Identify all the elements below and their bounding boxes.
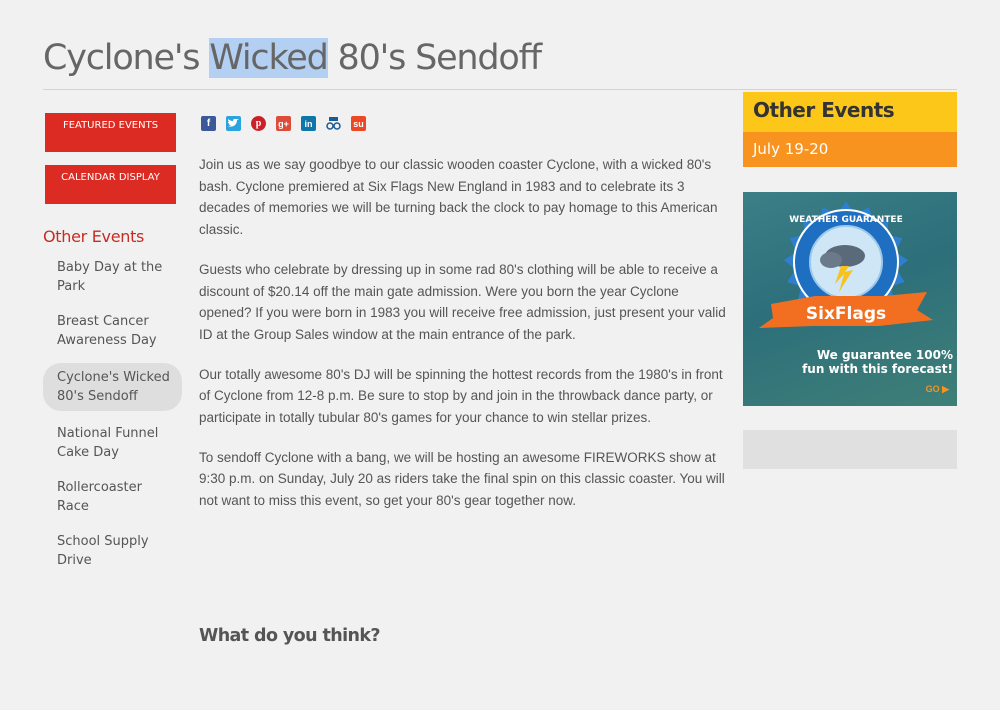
paragraph: Our totally awesome 80's DJ will be spin…	[199, 366, 723, 426]
linkedin-icon[interactable]: in	[301, 116, 316, 131]
facebook-icon[interactable]: f	[201, 116, 216, 131]
pinterest-icon[interactable]: p	[251, 116, 266, 131]
page-title: Cyclone's Wicked 80's Sendoff	[43, 38, 542, 78]
calendar-display-button[interactable]: CALENDAR DISPLAY	[45, 165, 176, 204]
empty-widget-box	[743, 430, 957, 469]
featured-events-button[interactable]: FEATURED EVENTS	[45, 113, 176, 152]
ad-go-button[interactable]: GO ▶	[926, 384, 949, 395]
paragraph: Join us as we say goodbye to our classic…	[199, 157, 718, 238]
paragraph: Guests who celebrate by dressing up in s…	[199, 261, 726, 342]
sidebar-item-funnel-cake[interactable]: National Funnel Cake Day	[43, 421, 168, 465]
sidebar-item-baby-day[interactable]: Baby Day at the Park	[43, 255, 168, 299]
sidebar-item-breast-cancer[interactable]: Breast Cancer Awareness Day	[43, 309, 168, 353]
weather-guarantee-ad[interactable]: WEATHER GUARANTEE SixFlags We guarantee …	[743, 192, 957, 406]
paragraph: To sendoff Cyclone with a bang, we will …	[199, 449, 725, 509]
stumbleupon-icon[interactable]: su	[351, 116, 366, 131]
sidebar-heading: Other Events	[43, 227, 145, 246]
ad-tagline: We guarantee 100% fun with this forecast…	[802, 348, 953, 376]
share-bar: f p g+ in su	[201, 116, 376, 131]
sidebar-item-rollercoaster-race[interactable]: Rollercoaster Race	[43, 475, 168, 519]
title-divider	[43, 89, 957, 90]
sidebar-item-school-supply[interactable]: School Supply Drive	[43, 529, 168, 573]
twitter-icon[interactable]	[226, 116, 241, 131]
right-sidebar: Other Events July 19-20 WEATHER GUARANTE…	[743, 92, 957, 469]
sidebar-item-cyclone-sendoff[interactable]: Cyclone's Wicked 80's Sendoff	[43, 363, 182, 411]
digg-icon[interactable]	[326, 116, 341, 131]
google-plus-icon[interactable]: g+	[276, 116, 291, 131]
other-events-heading: Other Events	[743, 92, 957, 132]
other-events-date[interactable]: July 19-20	[743, 132, 957, 167]
badge-top-text: WEATHER GUARANTEE	[789, 215, 902, 225]
sixflags-logo-text: SixFlags	[806, 304, 886, 324]
comments-heading: What do you think?	[199, 626, 381, 646]
event-description: Join us as we say goodbye to our classic…	[199, 154, 731, 530]
sidebar: FEATURED EVENTS CALENDAR DISPLAY Other E…	[43, 113, 183, 583]
